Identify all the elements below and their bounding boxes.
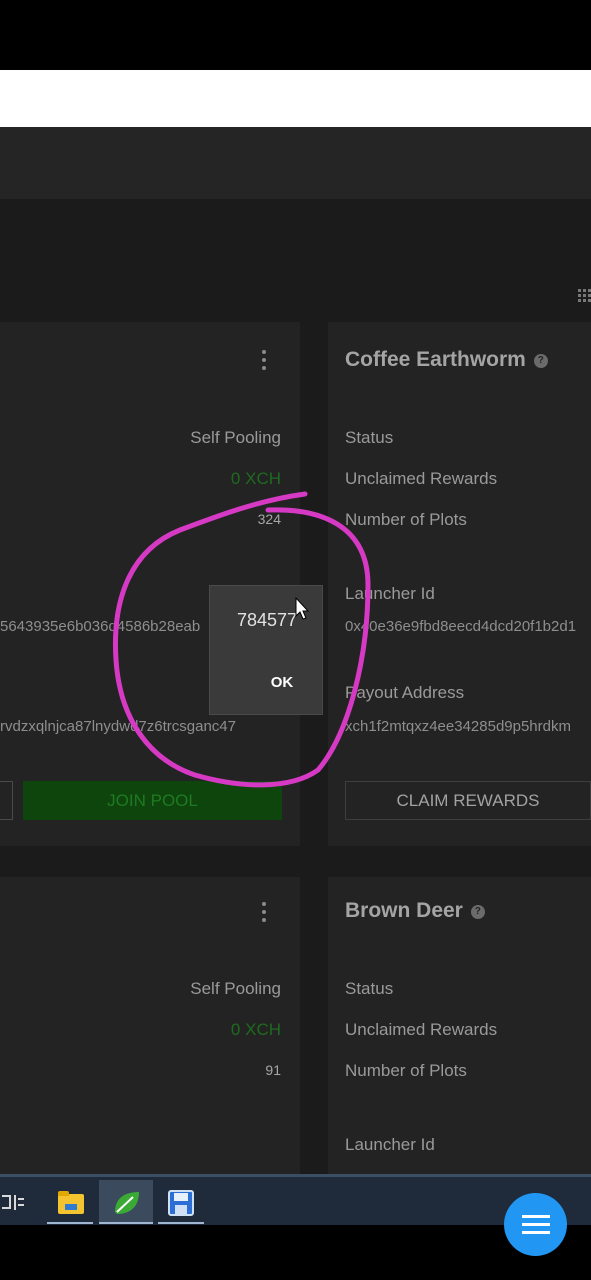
cursor-icon xyxy=(295,596,310,620)
annotation-circle xyxy=(112,491,371,788)
task-view-icon[interactable] xyxy=(2,1193,24,1213)
leaf-glyph xyxy=(115,1192,139,1214)
menu-fab-button[interactable] xyxy=(504,1193,567,1256)
file-explorer-icon[interactable] xyxy=(56,1188,86,1218)
taskbar xyxy=(0,1174,591,1225)
leaf-app-icon[interactable] xyxy=(111,1188,141,1218)
annotation-overlay xyxy=(112,491,371,788)
taskbar-indicator xyxy=(158,1222,204,1224)
taskbar-indicator xyxy=(99,1222,153,1224)
taskbar-indicator xyxy=(47,1222,93,1224)
save-app-icon[interactable] xyxy=(166,1188,196,1218)
